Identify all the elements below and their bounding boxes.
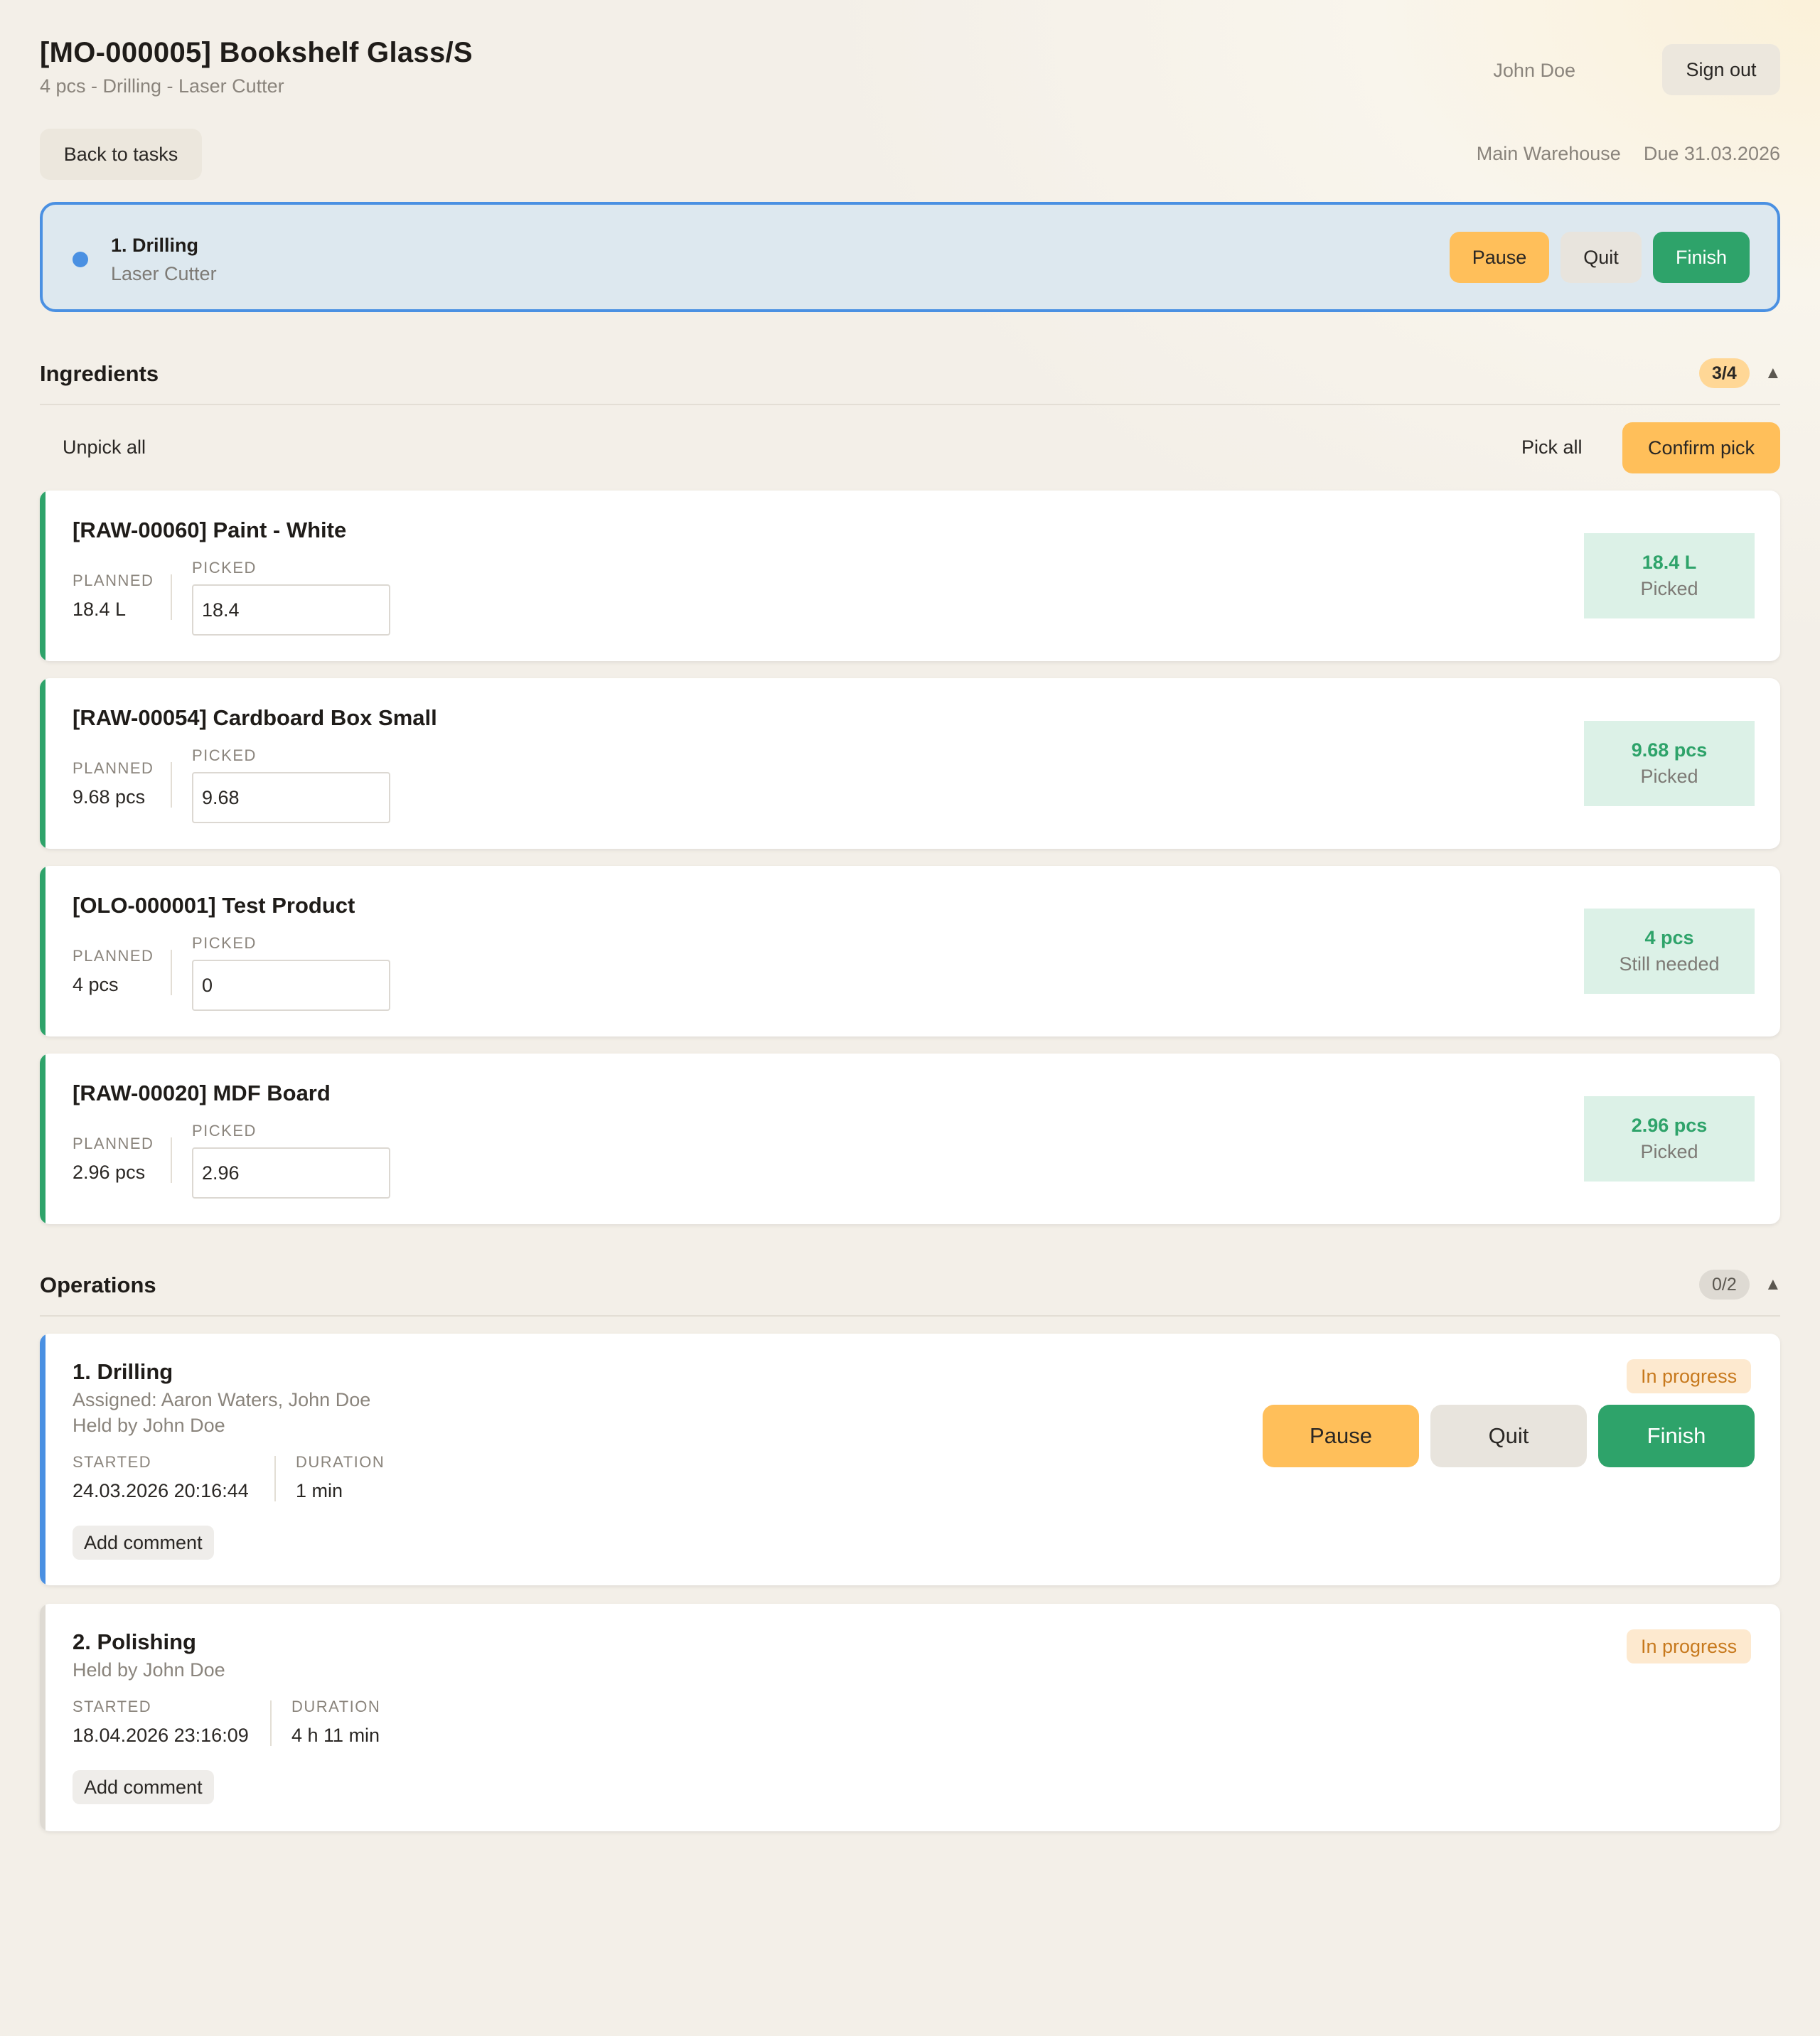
duration-value: 4 h 11 min	[291, 1725, 380, 1746]
ingredient-card: [RAW-00060] Paint - White PLANNED 18.4 L…	[40, 491, 1780, 661]
field-divider	[171, 574, 172, 620]
operation-assigned: Assigned: Aaron Waters, John Doe	[73, 1389, 371, 1410]
planned-label: PLANNED	[73, 1135, 154, 1152]
field-divider	[171, 762, 172, 808]
ingredient-name: [RAW-00060] Paint - White	[73, 518, 347, 542]
page-title: [MO-000005] Bookshelf Glass/S	[40, 37, 473, 68]
field-divider	[171, 1137, 172, 1183]
ingredient-name: [OLO-000001] Test Product	[73, 893, 355, 918]
banner-quit-button[interactable]: Quit	[1561, 232, 1642, 283]
operations-collapse-icon[interactable]: ▲	[1765, 1275, 1782, 1295]
operation-status-accent	[40, 1604, 46, 1831]
banner-pause-button[interactable]: Pause	[1450, 232, 1549, 283]
pick-status-quantity: 9.68 pcs	[1631, 739, 1708, 761]
ingredient-card: [RAW-00020] MDF Board PLANNED 2.96 pcs P…	[40, 1054, 1780, 1224]
operation-name: 2. Polishing	[73, 1629, 196, 1654]
unpick-all-button[interactable]: Unpick all	[63, 436, 146, 459]
page-subtitle: 4 pcs - Drilling - Laser Cutter	[40, 75, 284, 97]
ingredient-status-accent	[40, 491, 46, 661]
picked-quantity-input[interactable]	[192, 1147, 390, 1199]
pick-status-text: Picked	[1640, 1141, 1698, 1162]
due-date: Due 31.03.2026	[1643, 143, 1780, 164]
pick-status-text: Still needed	[1619, 953, 1720, 975]
field-divider	[274, 1456, 276, 1501]
pick-status-quantity: 4 pcs	[1644, 927, 1694, 948]
ingredient-name: [RAW-00054] Cardboard Box Small	[73, 705, 437, 730]
operation-pause-button[interactable]: Pause	[1263, 1405, 1419, 1467]
duration-label: DURATION	[291, 1698, 381, 1715]
active-operation-name: 1. Drilling	[111, 235, 199, 256]
operation-held-by: Held by John Doe	[73, 1415, 225, 1436]
operation-card: 2. Polishing Held by John Doe STARTED 18…	[40, 1604, 1780, 1831]
planned-value: 2.96 pcs	[73, 1162, 146, 1183]
operation-finish-button[interactable]: Finish	[1598, 1405, 1755, 1467]
started-value: 24.03.2026 20:16:44	[73, 1480, 249, 1501]
picked-label: PICKED	[192, 746, 257, 764]
ingredients-title: Ingredients	[40, 361, 159, 386]
pick-status-box: 18.4 L Picked	[1584, 533, 1755, 618]
ingredients-divider	[40, 404, 1780, 405]
ingredient-name: [RAW-00020] MDF Board	[73, 1081, 331, 1105]
picked-quantity-input[interactable]	[192, 772, 390, 823]
field-divider	[270, 1700, 272, 1746]
active-operation-banner: 1. Drilling Laser Cutter Pause Quit Fini…	[40, 202, 1780, 312]
ingredient-status-accent	[40, 1054, 46, 1224]
field-divider	[171, 950, 172, 995]
planned-label: PLANNED	[73, 759, 154, 777]
add-comment-button[interactable]: Add comment	[73, 1770, 214, 1804]
pick-status-box: 4 pcs Still needed	[1584, 909, 1755, 994]
ingredient-status-accent	[40, 866, 46, 1036]
ingredients-collapse-icon[interactable]: ▲	[1765, 363, 1782, 383]
started-label: STARTED	[73, 1453, 152, 1471]
ingredient-card: [RAW-00054] Cardboard Box Small PLANNED …	[40, 678, 1780, 849]
order-meta: Main Warehouse Due 31.03.2026	[1477, 143, 1780, 165]
duration-label: DURATION	[296, 1453, 385, 1471]
pick-all-button[interactable]: Pick all	[1521, 436, 1583, 459]
pick-status-text: Picked	[1640, 766, 1698, 787]
banner-finish-button[interactable]: Finish	[1653, 232, 1750, 283]
user-name: John Doe	[1493, 60, 1575, 81]
warehouse-label: Main Warehouse	[1476, 143, 1621, 164]
picked-quantity-input[interactable]	[192, 960, 390, 1011]
add-comment-button[interactable]: Add comment	[73, 1526, 214, 1560]
planned-value: 18.4 L	[73, 599, 127, 620]
operations-count-badge: 0/2	[1699, 1270, 1750, 1300]
planned-value: 9.68 pcs	[73, 786, 146, 808]
ingredients-count-badge: 3/4	[1699, 358, 1750, 388]
picked-label: PICKED	[192, 1122, 257, 1140]
back-to-tasks-button[interactable]: Back to tasks	[40, 129, 202, 180]
operation-name: 1. Drilling	[73, 1359, 173, 1384]
duration-value: 1 min	[296, 1480, 343, 1501]
planned-value: 4 pcs	[73, 974, 119, 995]
pick-status-box: 9.68 pcs Picked	[1584, 721, 1755, 806]
planned-label: PLANNED	[73, 572, 154, 589]
pick-status-box: 2.96 pcs Picked	[1584, 1096, 1755, 1182]
active-operation-resource: Laser Cutter	[111, 263, 217, 284]
ingredient-status-accent	[40, 678, 46, 849]
sign-out-button[interactable]: Sign out	[1662, 44, 1780, 95]
started-value: 18.04.2026 23:16:09	[73, 1725, 249, 1746]
operations-divider	[40, 1315, 1780, 1317]
operation-card: 1. Drilling Assigned: Aaron Waters, John…	[40, 1334, 1780, 1585]
pick-status-text: Picked	[1640, 578, 1698, 599]
pick-status-quantity: 2.96 pcs	[1631, 1115, 1708, 1136]
operation-status-accent	[40, 1334, 46, 1585]
operations-title: Operations	[40, 1272, 156, 1297]
active-status-dot-icon	[73, 252, 88, 267]
confirm-pick-button[interactable]: Confirm pick	[1622, 422, 1780, 473]
picked-label: PICKED	[192, 934, 257, 952]
operation-state-badge: In progress	[1627, 1629, 1752, 1663]
picked-label: PICKED	[192, 559, 257, 577]
operation-quit-button[interactable]: Quit	[1430, 1405, 1587, 1467]
picked-quantity-input[interactable]	[192, 584, 390, 636]
planned-label: PLANNED	[73, 947, 154, 965]
page: [MO-000005] Bookshelf Glass/S 4 pcs - Dr…	[0, 0, 1820, 2036]
operation-state-badge: In progress	[1627, 1359, 1752, 1393]
ingredient-card: [OLO-000001] Test Product PLANNED 4 pcs …	[40, 866, 1780, 1036]
started-label: STARTED	[73, 1698, 152, 1715]
operation-held-by: Held by John Doe	[73, 1659, 225, 1681]
pick-status-quantity: 18.4 L	[1642, 552, 1697, 573]
